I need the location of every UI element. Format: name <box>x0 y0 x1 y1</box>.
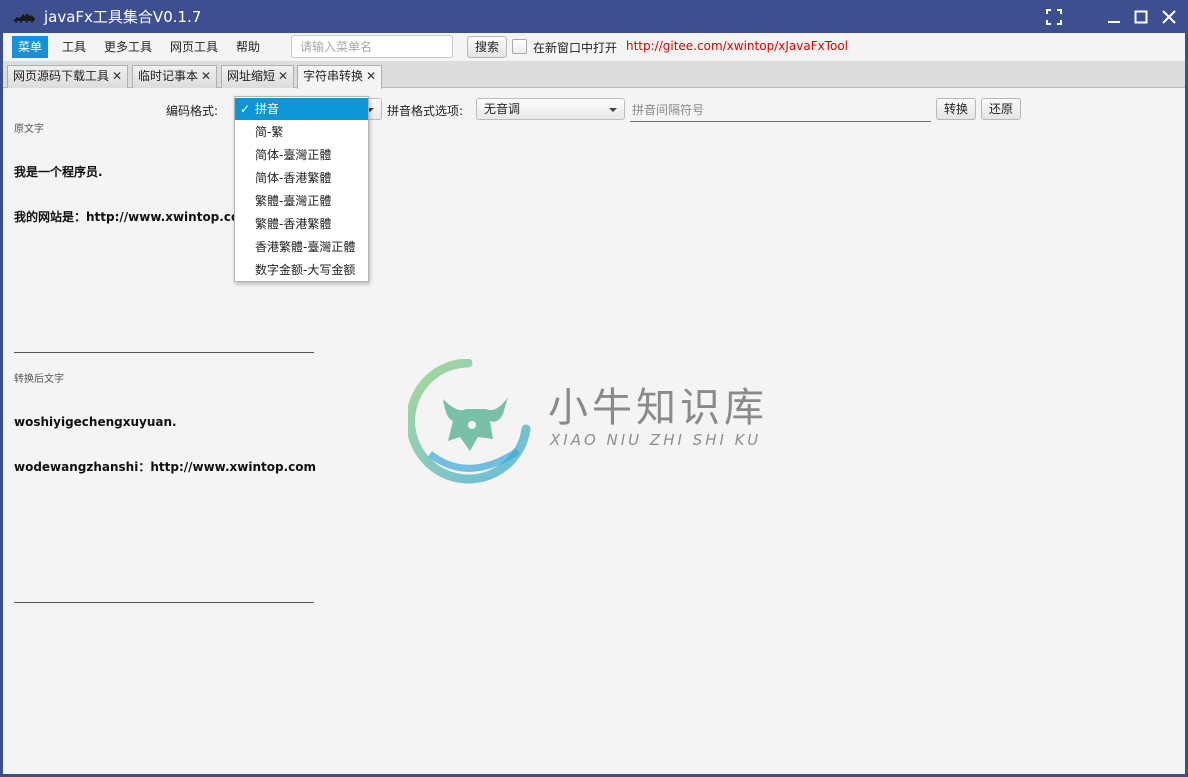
menu-search-input[interactable] <box>291 35 453 58</box>
tab-notepad[interactable]: 临时记事本 ✕ <box>132 65 218 88</box>
maximize-icon[interactable] <box>1130 6 1152 28</box>
tab-bar: 网页源码下载工具 ✕ 临时记事本 ✕ 网址缩短 ✕ 字符串转换 ✕ <box>3 61 1185 89</box>
convert-button[interactable]: 转换 <box>936 98 977 120</box>
encoding-label: 编码格式: <box>166 104 219 118</box>
fullscreen-icon[interactable] <box>1043 6 1065 28</box>
window-title: javaFx工具集合V0.1.7 <box>44 8 202 26</box>
bull-logo-icon <box>408 359 531 484</box>
tab-label: 网址缩短 <box>227 69 276 83</box>
source-text-area[interactable]: 我是一个程序员. 我的网站是：http://www.xwintop.com <box>14 135 252 255</box>
menu-bar: 菜单 工具 更多工具 网页工具 帮助 搜索 在新窗口中打开 http://git… <box>3 33 1185 61</box>
pinyin-option-label: 拼音格式选项: <box>387 104 464 118</box>
tab-url-shortener[interactable]: 网址缩短 ✕ <box>221 65 295 88</box>
menu-help[interactable]: 帮助 <box>230 36 266 58</box>
result-line: woshiyigechengxuyuan. <box>14 415 177 429</box>
tab-close-icon[interactable]: ✕ <box>278 69 288 83</box>
dropdown-option[interactable]: 繁體-香港繁體 <box>235 213 368 235</box>
menu-tools[interactable]: 工具 <box>56 36 92 58</box>
dropdown-option[interactable]: 香港繁體-臺灣正體 <box>235 236 368 258</box>
dropdown-option-pinyin[interactable]: ✓ 拼音 <box>235 98 368 120</box>
search-button[interactable]: 搜索 <box>467 36 508 58</box>
separator-input[interactable] <box>630 98 931 122</box>
tab-label: 字符串转换 <box>303 69 364 83</box>
encoding-dropdown: ✓ 拼音 简-繁 简体-臺灣正體 简体-香港繁體 繁體-臺灣正體 繁體-香港繁體… <box>234 96 369 282</box>
dropdown-option[interactable]: 繁體-臺灣正體 <box>235 190 368 212</box>
pinyin-option-value: 无音调 <box>484 102 521 116</box>
watermark-subtitle: XIAO NIU ZHI SHI KU <box>550 431 762 449</box>
minimize-icon[interactable] <box>1103 6 1125 28</box>
dropdown-option[interactable]: 简体-香港繁體 <box>235 167 368 189</box>
restore-button[interactable]: 还原 <box>981 98 1022 120</box>
menu-main[interactable]: 菜单 <box>12 36 49 58</box>
tab-close-icon[interactable]: ✕ <box>366 69 376 83</box>
close-window-icon[interactable] <box>1158 6 1180 28</box>
dropdown-option-label: 拼音 <box>255 102 280 116</box>
watermark-title: 小牛知识库 <box>548 385 768 431</box>
checkmark-icon: ✓ <box>240 102 251 116</box>
tab-close-icon[interactable]: ✕ <box>201 69 211 83</box>
pinyin-option-select[interactable]: 无音调 <box>476 98 625 120</box>
app-logo-icon <box>13 13 35 23</box>
result-text-label: 转换后文字 <box>14 374 64 385</box>
string-convert-panel: 编码格式: 拼音 拼音格式选项: 无音调 转换 还原 原文字 我是一个程序员. … <box>3 89 1185 774</box>
tab-source-download[interactable]: 网页源码下载工具 ✕ <box>7 65 129 88</box>
dropdown-option[interactable]: 简-繁 <box>235 121 368 143</box>
dropdown-option[interactable]: 数字金额-大写金额 <box>235 259 368 281</box>
main-frame: 菜单 工具 更多工具 网页工具 帮助 搜索 在新窗口中打开 http://git… <box>3 33 1185 774</box>
menu-web-tools[interactable]: 网页工具 <box>164 36 224 58</box>
result-text-area[interactable]: woshiyigechengxuyuan. wodewangzhanshi：ht… <box>14 385 316 505</box>
menu-more-tools[interactable]: 更多工具 <box>98 36 158 58</box>
result-divider <box>14 602 314 603</box>
result-line: wodewangzhanshi：http://www.xwintop.com <box>14 460 317 474</box>
tab-close-icon[interactable]: ✕ <box>112 69 122 83</box>
new-window-label: 在新窗口中打开 <box>533 41 618 55</box>
tab-label: 临时记事本 <box>138 69 199 83</box>
title-bar: javaFx工具集合V0.1.7 <box>0 0 1188 33</box>
source-divider <box>14 352 314 353</box>
watermark: 小牛知识库 XIAO NIU ZHI SHI KU <box>408 359 788 489</box>
source-line: 我是一个程序员. <box>14 165 103 179</box>
source-line: 我的网站是：http://www.xwintop.com <box>14 210 252 224</box>
tab-string-convert[interactable]: 字符串转换 ✕ <box>297 65 383 89</box>
new-window-checkbox[interactable] <box>512 39 527 54</box>
source-text-label: 原文字 <box>14 124 44 135</box>
tab-label: 网页源码下载工具 <box>13 69 110 83</box>
dropdown-option[interactable]: 简体-臺灣正體 <box>235 144 368 166</box>
project-link[interactable]: http://gitee.com/xwintop/xJavaFxTool <box>626 39 848 53</box>
chevron-down-icon <box>609 108 617 112</box>
